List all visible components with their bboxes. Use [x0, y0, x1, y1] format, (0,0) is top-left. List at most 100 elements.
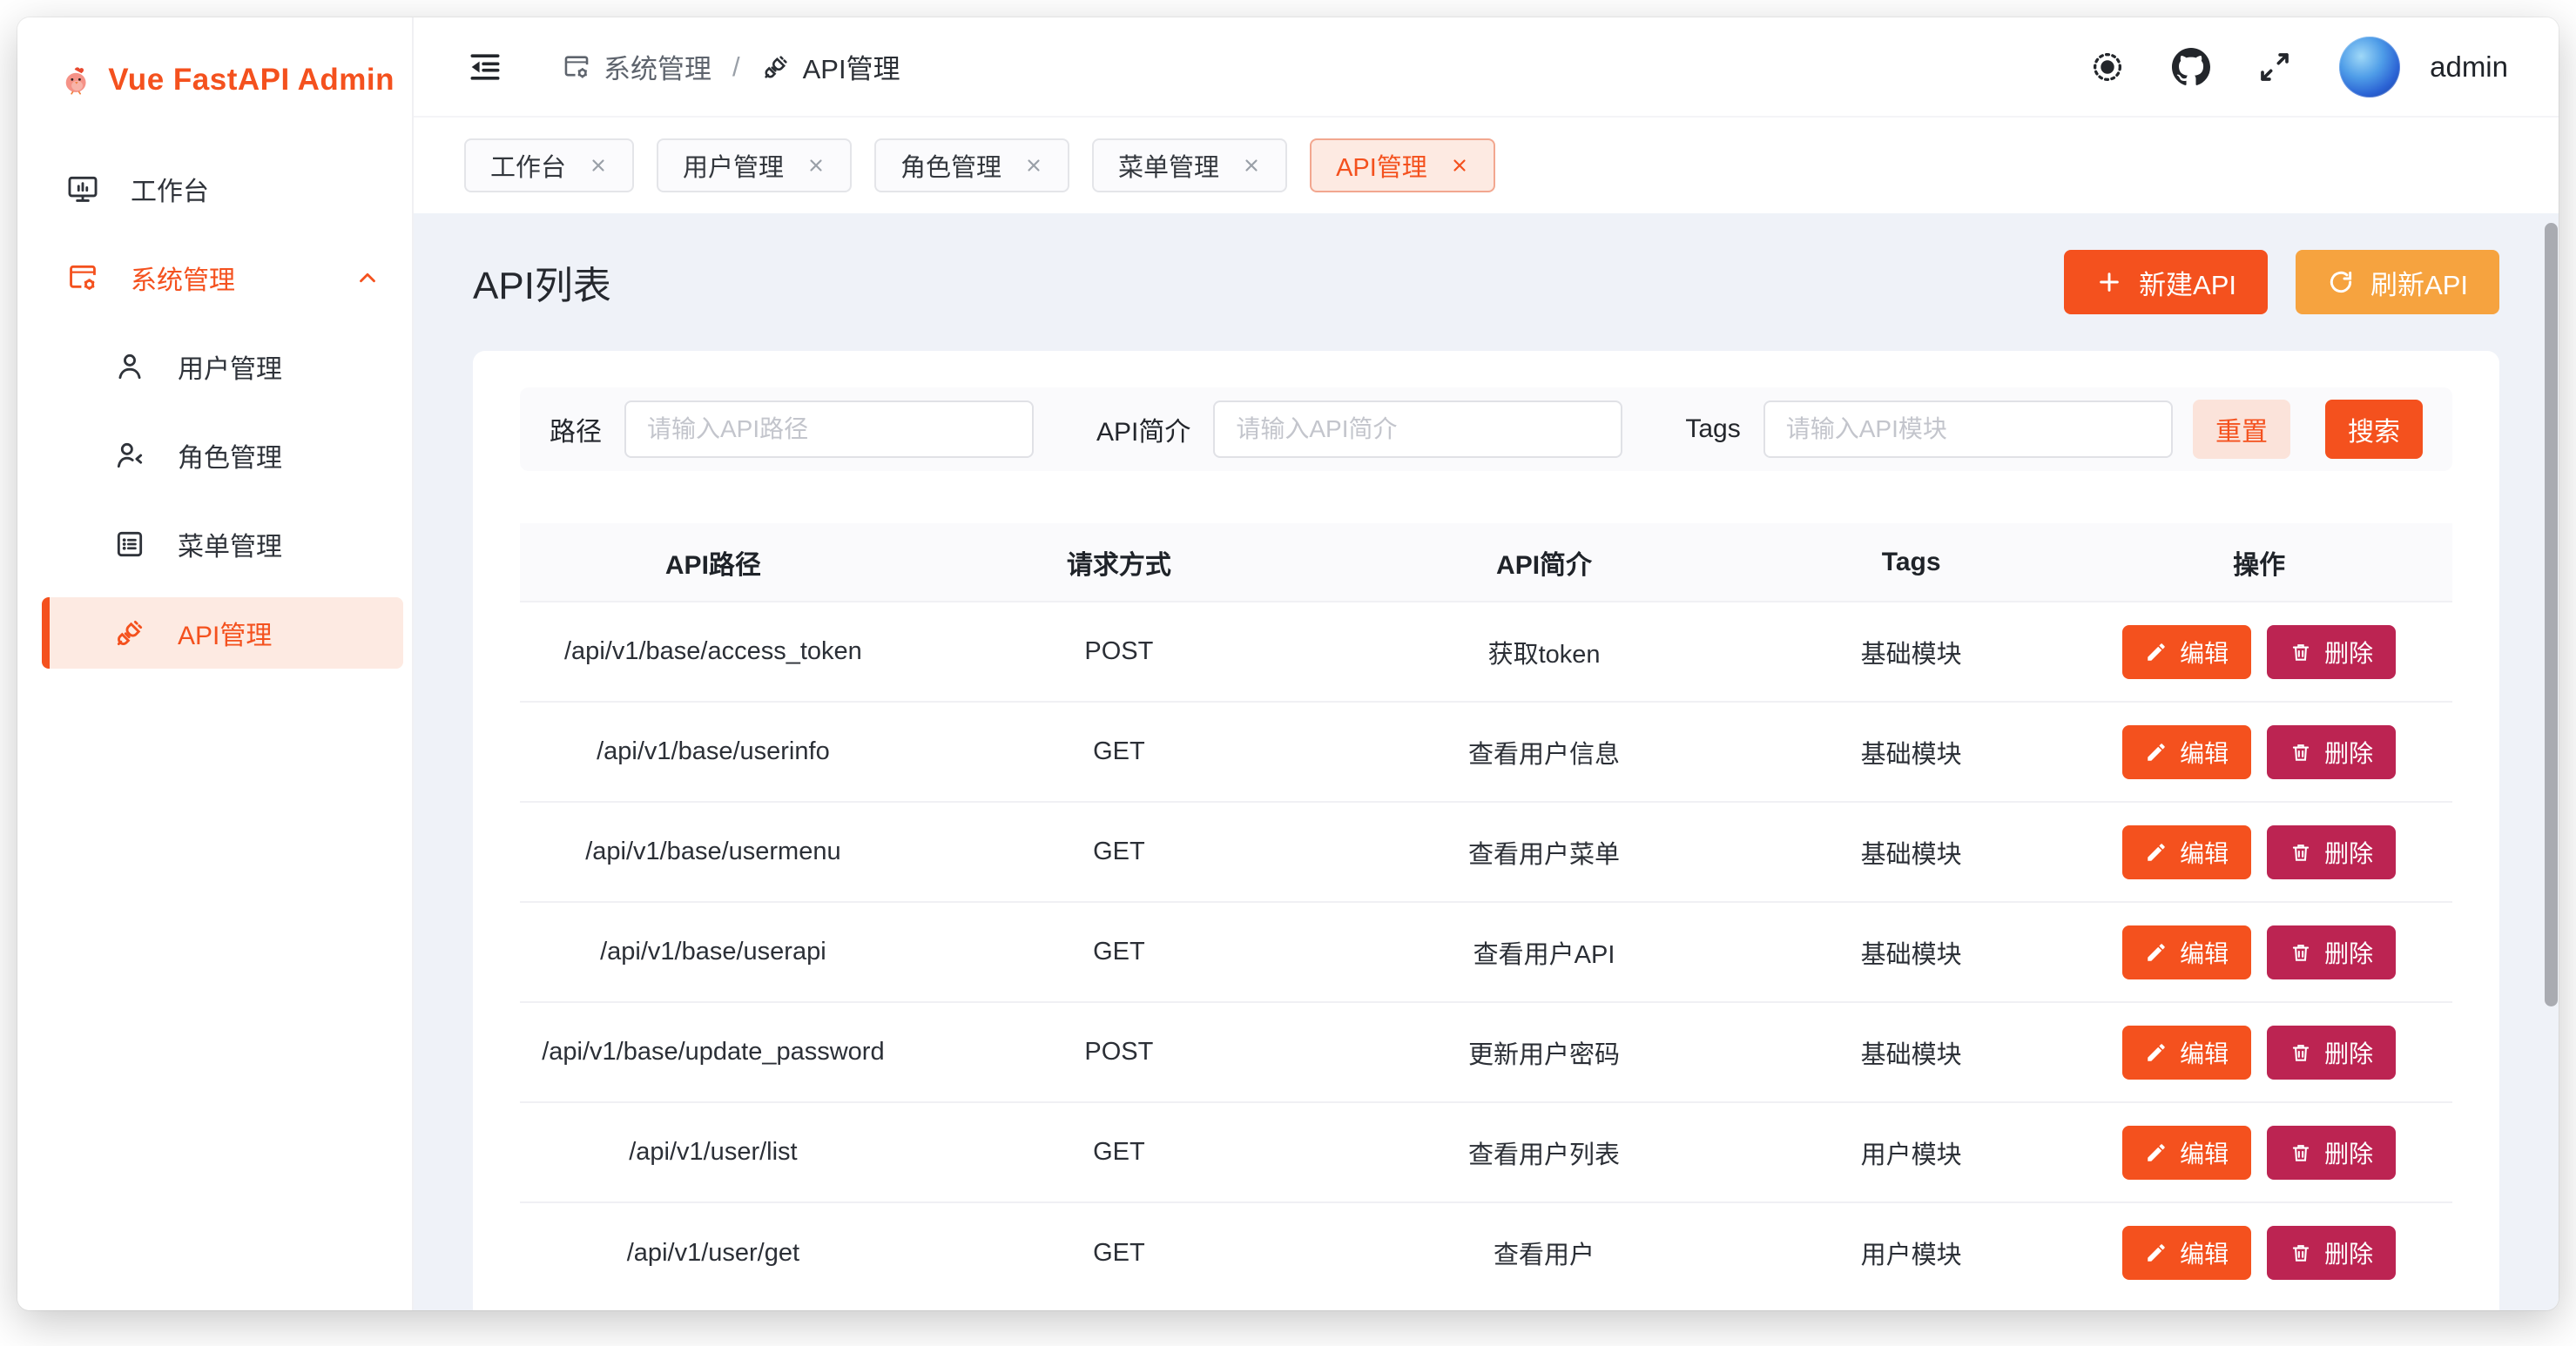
tab-menus[interactable]: 菜单管理 — [1092, 138, 1287, 192]
delete-button[interactable]: 删除 — [2267, 925, 2396, 979]
table-row: /api/v1/base/usermenu GET 查看用户菜单 基础模块 编辑… — [520, 802, 2452, 902]
github-button[interactable] — [2172, 48, 2210, 86]
close-icon[interactable] — [1242, 156, 1261, 175]
api-actions-cell: 编辑 删除 — [2066, 802, 2452, 902]
delete-button[interactable]: 删除 — [2267, 1026, 2396, 1080]
api-summary-cell: 查看用户 — [1332, 1202, 1757, 1302]
refresh-api-label: 刷新API — [2370, 263, 2468, 302]
api-method-cell: GET — [907, 1202, 1332, 1302]
api-path-cell: /api/v1/user/list — [520, 1102, 907, 1202]
edit-button[interactable]: 编辑 — [2122, 825, 2251, 879]
trash-icon — [2289, 741, 2312, 764]
row-actions: 编辑 删除 — [2066, 725, 2452, 779]
table-row: /api/v1/base/userapi GET 查看用户API 基础模块 编辑… — [520, 902, 2452, 1002]
sidebar: Vue FastAPI Admin 工作台 系统管理 — [17, 17, 414, 1310]
column-header-path: API路径 — [520, 523, 907, 602]
user-avatar[interactable] — [2339, 37, 2400, 98]
edit-button[interactable]: 编辑 — [2122, 925, 2251, 979]
theme-toggle-button[interactable] — [2088, 48, 2127, 86]
trash-icon — [2289, 941, 2312, 964]
reset-button[interactable]: 重置 — [2193, 400, 2290, 459]
username[interactable]: admin — [2430, 50, 2508, 84]
column-header-tags: Tags — [1757, 523, 2066, 602]
close-icon[interactable] — [1450, 156, 1469, 175]
api-actions-cell: 编辑 删除 — [2066, 902, 2452, 1002]
delete-label: 删除 — [2324, 1035, 2373, 1070]
api-path-cell: /api/v1/base/usermenu — [520, 802, 907, 902]
new-api-button[interactable]: 新建API — [2064, 250, 2268, 314]
breadcrumb-item-api[interactable]: API管理 — [761, 47, 900, 86]
sidebar-item-roles[interactable]: 角色管理 — [42, 420, 403, 491]
sidebar-item-system[interactable]: 系统管理 — [42, 242, 403, 313]
row-actions: 编辑 删除 — [2066, 1026, 2452, 1080]
delete-button[interactable]: 删除 — [2267, 625, 2396, 679]
collapse-sidebar-button[interactable] — [466, 48, 504, 86]
table-row: /api/v1/base/update_password POST 更新用户密码… — [520, 1002, 2452, 1102]
vertical-scrollbar-thumb[interactable] — [2545, 223, 2558, 1006]
fullscreen-button[interactable] — [2256, 48, 2294, 86]
api-path-cell: /api/v1/base/update_password — [520, 1002, 907, 1102]
api-summary-cell: 查看用户API — [1332, 902, 1757, 1002]
sidebar-item-label: 角色管理 — [178, 436, 282, 474]
api-table: API路径 请求方式 API简介 Tags 操作 /api/v1/base/ac… — [520, 523, 2452, 1302]
table-row: /api/v1/user/get GET 查看用户 用户模块 编辑 删除 — [520, 1202, 2452, 1302]
indent-collapse-icon — [466, 48, 504, 86]
path-input[interactable] — [624, 400, 1034, 458]
api-path-cell: /api/v1/base/access_token — [520, 602, 907, 702]
edit-button[interactable]: 编辑 — [2122, 1226, 2251, 1280]
sidebar-item-workbench[interactable]: 工作台 — [42, 153, 403, 225]
close-icon[interactable] — [1024, 156, 1043, 175]
breadcrumb-label: 系统管理 — [604, 47, 711, 86]
breadcrumb-item-system[interactable]: 系统管理 — [562, 47, 711, 86]
row-actions: 编辑 删除 — [2066, 625, 2452, 679]
tags-input[interactable] — [1763, 400, 2173, 458]
tab-users[interactable]: 用户管理 — [657, 138, 852, 192]
api-method-cell: GET — [907, 802, 1332, 902]
delete-label: 删除 — [2324, 635, 2373, 670]
delete-button[interactable]: 删除 — [2267, 1126, 2396, 1180]
tab-roles[interactable]: 角色管理 — [874, 138, 1069, 192]
delete-button[interactable]: 删除 — [2267, 825, 2396, 879]
delete-button[interactable]: 删除 — [2267, 1226, 2396, 1280]
api-summary-cell: 查看用户列表 — [1332, 1102, 1757, 1202]
menu-list-icon — [113, 528, 146, 561]
delete-button[interactable]: 删除 — [2267, 725, 2396, 779]
sidebar-item-users[interactable]: 用户管理 — [42, 331, 403, 402]
theme-sun-icon — [2089, 49, 2126, 85]
api-summary-cell: 获取token — [1332, 602, 1757, 702]
tab-workbench[interactable]: 工作台 — [464, 138, 634, 192]
role-icon — [113, 439, 146, 472]
close-icon[interactable] — [806, 156, 826, 175]
trash-icon — [2289, 641, 2312, 663]
table-row: /api/v1/base/access_token POST 获取token 基… — [520, 602, 2452, 702]
main-area: 系统管理 / API管理 — [414, 17, 2559, 1310]
api-path-cell: /api/v1/user/get — [520, 1202, 907, 1302]
api-method-cell: GET — [907, 902, 1332, 1002]
edit-button[interactable]: 编辑 — [2122, 1026, 2251, 1080]
edit-button[interactable]: 编辑 — [2122, 1126, 2251, 1180]
delete-label: 删除 — [2324, 935, 2373, 970]
api-tags-cell: 基础模块 — [1757, 902, 2066, 1002]
sidebar-item-api[interactable]: API管理 — [42, 597, 403, 669]
refresh-api-button[interactable]: 刷新API — [2296, 250, 2499, 314]
close-icon[interactable] — [589, 156, 608, 175]
api-method-cell: POST — [907, 602, 1332, 702]
sidebar-item-label: 系统管理 — [131, 259, 235, 297]
breadcrumb-separator: / — [732, 51, 740, 83]
pencil-icon — [2145, 1242, 2168, 1264]
tags-label: Tags — [1685, 414, 1740, 444]
content: API列表 新建API 刷新API — [414, 213, 2559, 1310]
filter-summary: API简介 — [1096, 400, 1622, 458]
edit-button[interactable]: 编辑 — [2122, 625, 2251, 679]
api-list-card: 路径 API简介 Tags 重置 搜索 — [473, 351, 2499, 1310]
row-actions: 编辑 删除 — [2066, 825, 2452, 879]
search-button[interactable]: 搜索 — [2325, 400, 2423, 459]
edit-button[interactable]: 编辑 — [2122, 725, 2251, 779]
sidebar-item-label: 菜单管理 — [178, 525, 282, 563]
breadcrumb: 系统管理 / API管理 — [562, 47, 900, 86]
summary-input[interactable] — [1213, 400, 1622, 458]
tab-api[interactable]: API管理 — [1310, 138, 1495, 192]
sidebar-item-menus[interactable]: 菜单管理 — [42, 508, 403, 580]
pencil-icon — [2145, 641, 2168, 663]
delete-label: 删除 — [2324, 1135, 2373, 1170]
